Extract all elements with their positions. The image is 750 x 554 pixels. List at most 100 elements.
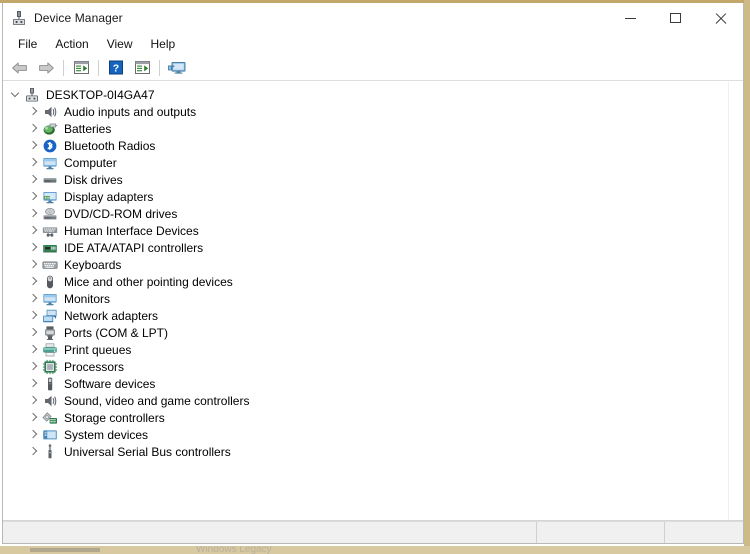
status-tertiary [665, 522, 743, 543]
chevron-down-icon[interactable] [9, 88, 22, 101]
scan-hardware-changes-icon [134, 60, 151, 75]
chevron-right-icon[interactable] [27, 241, 40, 254]
chevron-right-icon[interactable] [27, 394, 40, 407]
hid-icon [42, 223, 58, 239]
tree-node-label: Computer [64, 155, 117, 170]
chevron-right-icon[interactable] [27, 275, 40, 288]
tree-node-network-adapters[interactable]: Network adapters [3, 307, 728, 324]
tree-node-audio-inputs-and-outputs[interactable]: Audio inputs and outputs [3, 103, 728, 120]
tree-node-batteries[interactable]: Batteries [3, 120, 728, 137]
tree-node-label: Sound, video and game controllers [64, 393, 250, 408]
device-tree[interactable]: DESKTOP-0I4GA47 Audio inputs and outputs [3, 82, 728, 520]
minimize-icon [625, 17, 636, 19]
chevron-right-icon[interactable] [27, 224, 40, 237]
chevron-right-icon[interactable] [27, 173, 40, 186]
show-hidden-devices-button[interactable] [164, 57, 190, 79]
taskbar-sliver [30, 548, 100, 552]
tree-node-ports-com-lpt[interactable]: Ports (COM & LPT) [3, 324, 728, 341]
chevron-right-icon[interactable] [27, 139, 40, 152]
network-adapter-icon [42, 308, 58, 324]
tree-node-processors[interactable]: Processors [3, 358, 728, 375]
tree-node-root[interactable]: DESKTOP-0I4GA47 [3, 86, 728, 103]
device-manager-window: Device Manager File Action View Help ? D… [2, 3, 744, 544]
properties-icon [73, 60, 90, 75]
tree-node-label: Keyboards [64, 257, 122, 272]
chevron-right-icon[interactable] [27, 105, 40, 118]
tree-node-system-devices[interactable]: System devices [3, 426, 728, 443]
toolbar: ? [3, 55, 743, 81]
back-button[interactable] [7, 57, 33, 79]
title-bar[interactable]: Device Manager [3, 3, 743, 33]
chevron-right-icon[interactable] [27, 411, 40, 424]
maximize-icon [670, 13, 681, 23]
scan-hardware-changes-button[interactable] [129, 57, 155, 79]
monitor-icon [42, 155, 58, 171]
chevron-right-icon[interactable] [27, 377, 40, 390]
status-bar [3, 521, 743, 543]
chevron-right-icon[interactable] [27, 445, 40, 458]
chevron-right-icon[interactable] [27, 156, 40, 169]
tree-node-universal-serial-bus-controllers[interactable]: Universal Serial Bus controllers [3, 443, 728, 460]
tree-node-label: Software devices [64, 376, 156, 391]
tree-node-label: Disk drives [64, 172, 123, 187]
back-arrow-icon [11, 61, 29, 75]
tree-node-label: Batteries [64, 121, 112, 136]
tree-node-keyboards[interactable]: Keyboards [3, 256, 728, 273]
chevron-right-icon[interactable] [27, 292, 40, 305]
device-manager-icon [11, 10, 27, 26]
chevron-right-icon[interactable] [27, 122, 40, 135]
tree-node-disk-drives[interactable]: Disk drives [3, 171, 728, 188]
chevron-right-icon[interactable] [27, 326, 40, 339]
chevron-right-icon[interactable] [27, 190, 40, 203]
tree-node-root-label: DESKTOP-0I4GA47 [46, 87, 155, 102]
menu-action[interactable]: Action [46, 35, 97, 53]
chevron-right-icon[interactable] [27, 258, 40, 271]
chevron-right-icon[interactable] [27, 343, 40, 356]
tree-node-sound-video-and-game-controllers[interactable]: Sound, video and game controllers [3, 392, 728, 409]
chevron-right-icon[interactable] [27, 309, 40, 322]
chevron-right-icon[interactable] [27, 360, 40, 373]
tree-node-computer[interactable]: Computer [3, 154, 728, 171]
tree-node-label: Processors [64, 359, 125, 374]
speaker-icon [42, 104, 58, 120]
tree-node-mice-and-other-pointing-devices[interactable]: Mice and other pointing devices [3, 273, 728, 290]
tree-node-label: DVD/CD-ROM drives [64, 206, 178, 221]
tree-node-display-adapters[interactable]: Display adapters [3, 188, 728, 205]
vertical-scrollbar[interactable] [728, 82, 743, 520]
tree-node-storage-controllers[interactable]: Storage controllers [3, 409, 728, 426]
forward-button[interactable] [33, 57, 59, 79]
help-button[interactable]: ? [103, 57, 129, 79]
tree-node-label: Display adapters [64, 189, 154, 204]
optical-drive-icon [42, 206, 58, 222]
menu-file[interactable]: File [9, 35, 46, 53]
properties-button[interactable] [68, 57, 94, 79]
tree-node-print-queues[interactable]: Print queues [3, 341, 728, 358]
printer-icon [42, 342, 58, 358]
chevron-right-icon[interactable] [27, 428, 40, 441]
maximize-button[interactable] [653, 3, 698, 33]
chevron-right-icon[interactable] [27, 207, 40, 220]
menu-view[interactable]: View [98, 35, 142, 53]
processor-icon [42, 359, 58, 375]
menu-help[interactable]: Help [142, 35, 185, 53]
tree-node-bluetooth-radios[interactable]: Bluetooth Radios [3, 137, 728, 154]
minimize-button[interactable] [608, 3, 653, 33]
desktop-backdrop: Windows Legacy Device Manager File Actio… [0, 0, 750, 554]
window-title: Device Manager [34, 11, 123, 25]
close-icon [714, 12, 727, 25]
display-adapter-icon [42, 189, 58, 205]
content-area: DESKTOP-0I4GA47 Audio inputs and outputs [3, 81, 743, 520]
tree-node-label: IDE ATA/ATAPI controllers [64, 240, 204, 255]
tree-node-label: System devices [64, 427, 149, 442]
monitor-icon [42, 291, 58, 307]
forward-arrow-icon [37, 61, 55, 75]
tree-node-ide-ata-atapi-controllers[interactable]: IDE ATA/ATAPI controllers [3, 239, 728, 256]
tree-node-dvd-cd-rom-drives[interactable]: DVD/CD-ROM drives [3, 205, 728, 222]
tree-node-monitors[interactable]: Monitors [3, 290, 728, 307]
tree-node-human-interface-devices[interactable]: Human Interface Devices [3, 222, 728, 239]
storage-controller-icon [42, 410, 58, 426]
status-message [3, 522, 537, 543]
close-button[interactable] [698, 3, 743, 33]
tree-node-label: Bluetooth Radios [64, 138, 156, 153]
tree-node-software-devices[interactable]: Software devices [3, 375, 728, 392]
